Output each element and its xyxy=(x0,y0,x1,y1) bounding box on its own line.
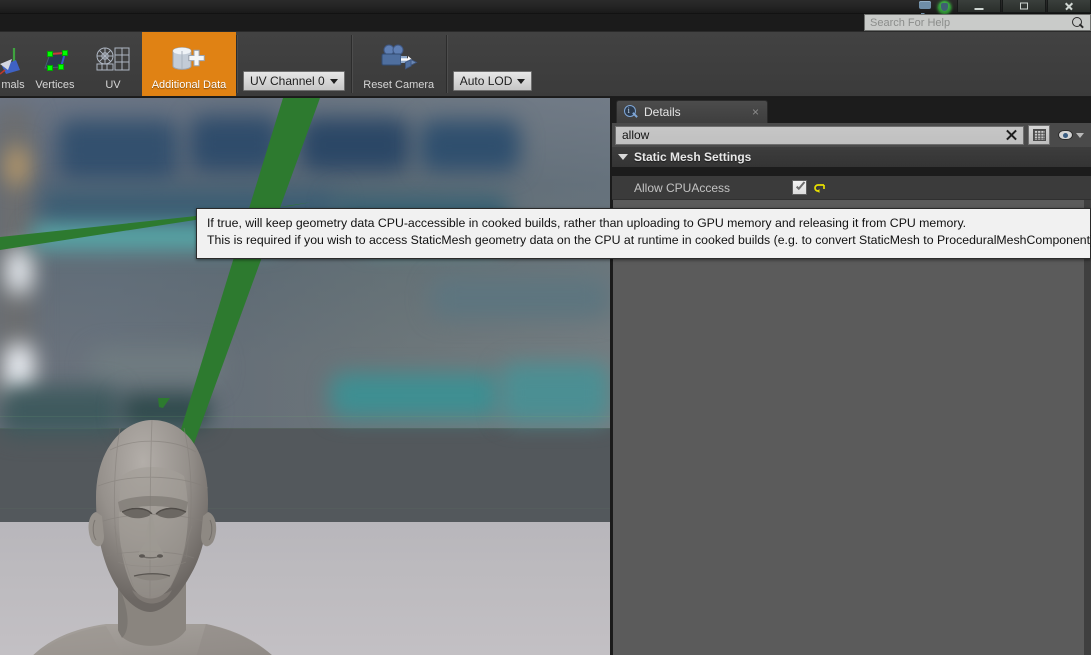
window-controls xyxy=(956,0,1091,14)
static-mesh-3d-viewport[interactable] xyxy=(0,98,610,655)
tab-details-label: Details xyxy=(644,105,681,119)
chevron-down-icon xyxy=(1076,132,1084,138)
details-search-input[interactable] xyxy=(619,128,1005,142)
close-button[interactable] xyxy=(1047,0,1091,13)
clear-x-icon[interactable] xyxy=(1005,129,1018,142)
reset-to-default-icon[interactable] xyxy=(814,182,826,194)
normals-icon xyxy=(0,43,28,77)
mannequin-head-bust-mesh[interactable] xyxy=(10,416,330,655)
chevron-down-icon xyxy=(517,78,526,84)
window-titlebar xyxy=(0,0,1091,14)
category-label: Static Mesh Settings xyxy=(634,150,752,164)
toolbar-label-normals: mals xyxy=(1,79,25,91)
toolbar-button-additional-data[interactable]: Additional Data xyxy=(142,32,236,96)
search-icon xyxy=(1070,15,1086,31)
visibility-eye-button[interactable] xyxy=(1054,130,1088,140)
toolbar-button-uv[interactable]: UV xyxy=(84,32,142,96)
help-search-box[interactable] xyxy=(864,14,1091,31)
close-icon[interactable]: × xyxy=(750,106,761,118)
toolbar-label-uv: UV xyxy=(105,79,121,91)
details-tabstrip: i Details × xyxy=(612,98,1091,123)
allow-cpuaccess-checkbox[interactable] xyxy=(792,180,807,195)
property-row-allow-cpuaccess: Allow CPUAccess xyxy=(612,176,1091,200)
tab-details[interactable]: i Details × xyxy=(616,100,768,123)
auto-lod-dropdown[interactable]: Auto LOD xyxy=(452,71,533,91)
uv-channel-label: UV Channel 0 xyxy=(250,74,325,88)
toolbar-label-reset-camera: Reset Camera xyxy=(363,79,435,91)
chevron-down-icon xyxy=(329,78,338,84)
minimize-button[interactable] xyxy=(957,0,1001,13)
uv-channel-dropdown[interactable]: UV Channel 0 xyxy=(243,71,345,91)
details-panel-body xyxy=(613,200,1090,655)
main-toolbar: mals Vertices UV Additional Data UV Chan… xyxy=(0,31,1091,97)
shield-status-icon[interactable] xyxy=(938,0,951,14)
auto-lod-label: Auto LOD xyxy=(459,74,513,88)
search-input[interactable] xyxy=(865,16,1070,29)
titlebar-status-icons xyxy=(919,0,951,14)
property-tooltip: If true, will keep geometry data CPU-acc… xyxy=(196,208,1091,259)
toolbar-label-vertices: Vertices xyxy=(35,79,75,91)
toolbar-group-display: mals Vertices UV Additional Data xyxy=(0,32,236,96)
toolbar-button-reset-camera[interactable]: Reset Camera xyxy=(352,32,446,96)
category-static-mesh-settings[interactable]: Static Mesh Settings xyxy=(612,147,1091,168)
details-search-box[interactable] xyxy=(615,125,1024,145)
transform-gizmo[interactable] xyxy=(0,98,40,138)
details-panel: i Details × Static Mesh Settings Allow C… xyxy=(612,98,1091,655)
details-magnifier-icon: i xyxy=(623,104,638,120)
tooltip-line-2: This is required if you wish to access S… xyxy=(207,233,1091,247)
details-scrollbar[interactable] xyxy=(1084,200,1091,655)
chevron-down-icon xyxy=(618,154,628,160)
property-label: Allow CPUAccess xyxy=(634,180,731,195)
toolbar-button-vertices[interactable]: Vertices xyxy=(26,32,84,96)
additional-data-icon xyxy=(167,43,211,77)
vertices-icon xyxy=(37,43,73,77)
maximize-button[interactable] xyxy=(1002,0,1046,13)
toolbar-label-additional-data: Additional Data xyxy=(151,79,227,91)
visibility-eye-icon xyxy=(1058,130,1073,140)
speech-bubble-icon[interactable] xyxy=(919,0,932,14)
unreal-static-mesh-editor: mals Vertices xyxy=(0,0,1091,655)
toolbar-button-normals[interactable]: mals xyxy=(0,32,26,96)
camera-icon xyxy=(377,43,421,77)
tooltip-line-1: If true, will keep geometry data CPU-acc… xyxy=(207,216,967,230)
details-filter-bar xyxy=(612,123,1091,147)
uv-grid-icon xyxy=(94,43,132,77)
column-layout-icon[interactable] xyxy=(1028,125,1050,145)
